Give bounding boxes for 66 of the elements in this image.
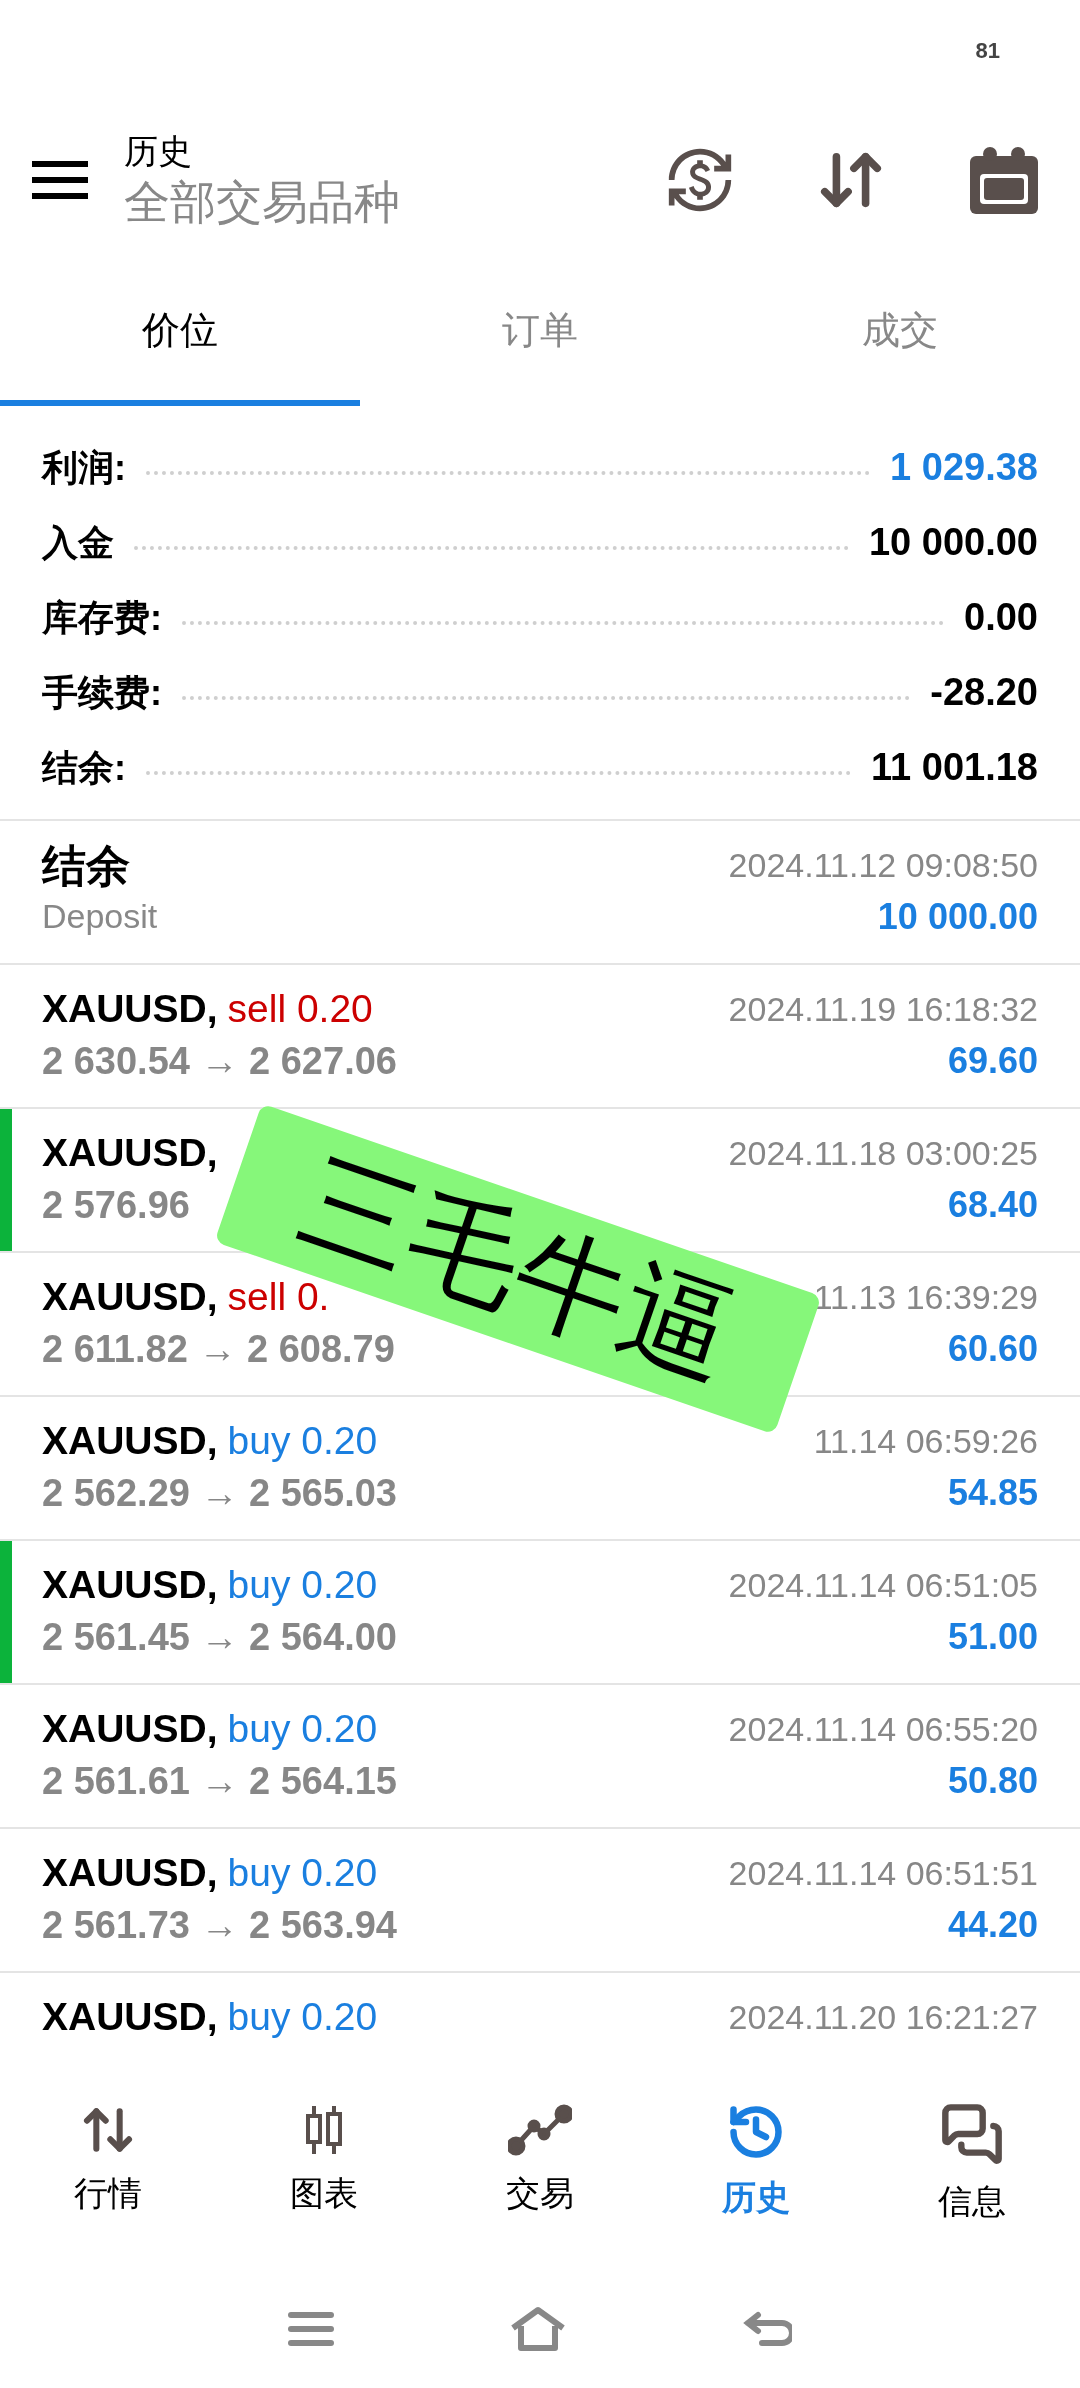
price-range: 2 630.54 → 2 627.06 [42, 1039, 397, 1084]
tab[interactable]: 价位 [0, 260, 360, 406]
row-amount: 60.60 [947, 1327, 1038, 1371]
trade-side: buy 0.20 [227, 1850, 378, 1896]
line-chart-icon [508, 2102, 572, 2158]
trade-side: buy 0.20 [227, 1994, 378, 2040]
row-time: 2024.11.14 06:51:05 [728, 1565, 1038, 1606]
nav-tab[interactable]: 行情 [0, 2102, 216, 2270]
row-amount: 51.00 [947, 1615, 1038, 1659]
row-time: 2024.11.19 16:18:32 [728, 989, 1038, 1030]
symbol-label: XAUUSD, [42, 986, 218, 1032]
calendar-icon[interactable] [968, 144, 1040, 216]
row-amount: 44.20 [947, 1903, 1038, 1947]
price-range: 2 561.61 → 2 564.15 [42, 1759, 397, 1804]
trade-side: sell 0. [227, 1274, 330, 1320]
summary-label: 结余: [42, 745, 126, 790]
price-range: 2 562.29 → 2 565.03 [42, 1471, 397, 1516]
symbol-label: XAUUSD, [42, 1850, 218, 1896]
row-type: Deposit [42, 896, 159, 937]
summary-value: 0.00 [964, 595, 1038, 640]
trade-side: buy 0.20 [227, 1562, 378, 1608]
messages-icon [940, 2102, 1004, 2166]
symbol-label: XAUUSD, [42, 1562, 218, 1608]
trade-side: buy 0.20 [227, 1706, 378, 1752]
row-time: 2024.11.20 16:21:27 [728, 1997, 1038, 2038]
row-title: 结余 [42, 840, 131, 892]
symbol-label: XAUUSD, [42, 1994, 218, 2040]
tab[interactable]: 成交 [720, 260, 1080, 406]
row-amount: 69.60 [947, 1039, 1038, 1083]
symbol-filter[interactable]: 全部交易品种 [124, 173, 666, 231]
trade-side: sell 0.20 [227, 986, 373, 1032]
battery-level: 81 [975, 36, 1000, 65]
history-row[interactable]: XAUUSD, buy 0.20 2 561.73 → 2 563.94 2024.11.14 06:51:51 44.20 [0, 1829, 1080, 1973]
symbol-label: XAUUSD, [42, 1706, 218, 1752]
summary-value: 1 029.38 [890, 445, 1038, 490]
menu-icon[interactable] [32, 160, 88, 200]
price-range: 2 561.45 → 2 564.00 [42, 1615, 397, 1660]
price-range: 2 576.96 [42, 1183, 190, 1228]
nav-tab[interactable]: 历史 [648, 2102, 864, 2270]
history-row[interactable]: 结余 Deposit 2024.11.12 09:08:50 10 000.00 [0, 821, 1080, 965]
price-range: 2 561.73 → 2 563.94 [42, 1903, 397, 1948]
summary-value: 10 000.00 [868, 520, 1038, 565]
summary-label: 利润: [42, 445, 126, 490]
home-icon[interactable] [509, 2306, 567, 2352]
summary-label: 库存费: [42, 595, 162, 640]
page-title: 历史 [124, 131, 193, 172]
row-amount: 10 000.00 [877, 895, 1038, 939]
nav-tab[interactable]: 信息 [864, 2102, 1080, 2270]
row-amount: 50.80 [947, 1759, 1038, 1803]
history-row[interactable]: XAUUSD, buy 0.20 2 561.45 → 2 564.00 2024.11.14 06:51:05 51.00 [0, 1541, 1080, 1685]
summary-value: 11 001.18 [871, 745, 1038, 790]
row-time: 2024.11.14 06:51:51 [728, 1853, 1038, 1894]
nav-tab[interactable]: 图表 [216, 2102, 432, 2270]
nav-tab[interactable]: 交易 [432, 2102, 648, 2270]
summary-value: -28.20 [930, 670, 1038, 715]
tab[interactable]: 订单 [360, 260, 720, 406]
history-row[interactable]: XAUUSD, sell 0.20 2 630.54 → 2 627.06 2024.11.19 16:18:32 69.60 [0, 965, 1080, 1109]
row-time: 2024.11.14 06:55:20 [728, 1709, 1038, 1750]
summary-label: 手续费: [42, 670, 162, 715]
history-row[interactable]: XAUUSD, buy 0.20 2 561.61 → 2 564.15 2024.11.14 06:55:20 50.80 [0, 1685, 1080, 1829]
row-amount: 68.40 [947, 1183, 1038, 1227]
row-time: 2024.11.12 09:08:50 [728, 845, 1038, 886]
row-amount: 54.85 [947, 1471, 1038, 1515]
currency-exchange-icon[interactable] [666, 146, 734, 214]
back-icon[interactable] [742, 2309, 793, 2349]
summary-label: 入金 [42, 520, 114, 565]
